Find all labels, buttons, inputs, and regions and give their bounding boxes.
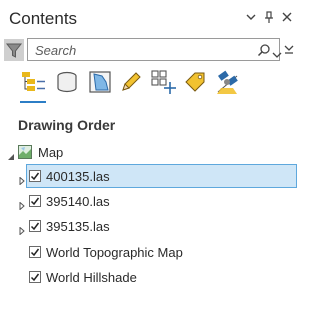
title-bar: Contents (0, 0, 297, 32)
layer-visibility-checkbox[interactable] (29, 170, 41, 182)
list-by-labeling-icon[interactable] (181, 68, 209, 96)
list-by-selection-icon[interactable] (86, 68, 114, 96)
list-by-perspective-imagery-icon[interactable] (213, 68, 241, 96)
pane-options-chevron-down-icon[interactable] (244, 10, 258, 24)
layer-label: 400135.las (46, 169, 110, 184)
map-label: Map (38, 145, 64, 160)
layer-label: 395140.las (46, 194, 110, 209)
pane-title: Contents (9, 9, 78, 28)
layer-label: 395135.las (46, 219, 110, 234)
auto-hide-pin-icon[interactable] (262, 10, 276, 24)
contents-pane: Contents Search Drawing Order Map 400135… (0, 0, 297, 316)
list-by-data-source-icon[interactable] (53, 68, 81, 96)
layer-visibility-checkbox[interactable] (29, 220, 41, 232)
search-options-chevron-down-icon[interactable] (272, 46, 282, 64)
close-icon[interactable] (280, 10, 294, 24)
layer-row[interactable]: World Hillshade (0, 265, 297, 289)
expand-triangle-icon[interactable] (18, 222, 26, 236)
layer-row[interactable]: World Topographic Map (0, 240, 297, 264)
list-by-editing-icon[interactable] (117, 68, 145, 96)
section-title: Drawing Order (18, 117, 116, 133)
layer-visibility-checkbox[interactable] (29, 246, 41, 258)
search-placeholder: Search (35, 43, 77, 58)
selected-tool-indicator (20, 101, 46, 103)
layer-label: World Hillshade (46, 270, 137, 285)
filter-icon (5, 43, 23, 58)
expand-triangle-icon[interactable] (18, 197, 26, 211)
layer-visibility-checkbox[interactable] (29, 271, 41, 283)
search-input[interactable]: Search (27, 38, 282, 64)
filter-button[interactable] (4, 39, 24, 61)
layer-label: World Topographic Map (46, 245, 183, 260)
list-by-snapping-icon[interactable] (149, 68, 177, 96)
expand-triangle-icon[interactable] (18, 172, 26, 186)
layer-row[interactable]: 395135.las (0, 214, 297, 238)
search-icon[interactable] (257, 43, 271, 62)
map-node[interactable]: Map (0, 140, 297, 164)
layer-visibility-checkbox[interactable] (29, 195, 41, 207)
layer-row[interactable]: 395140.las (0, 189, 297, 213)
map-icon (18, 145, 32, 159)
layer-row[interactable]: 400135.las (26, 164, 297, 188)
more-options-icon[interactable] (283, 42, 295, 61)
collapse-triangle-icon[interactable] (7, 148, 15, 160)
list-by-drawing-order-icon[interactable] (19, 68, 47, 96)
